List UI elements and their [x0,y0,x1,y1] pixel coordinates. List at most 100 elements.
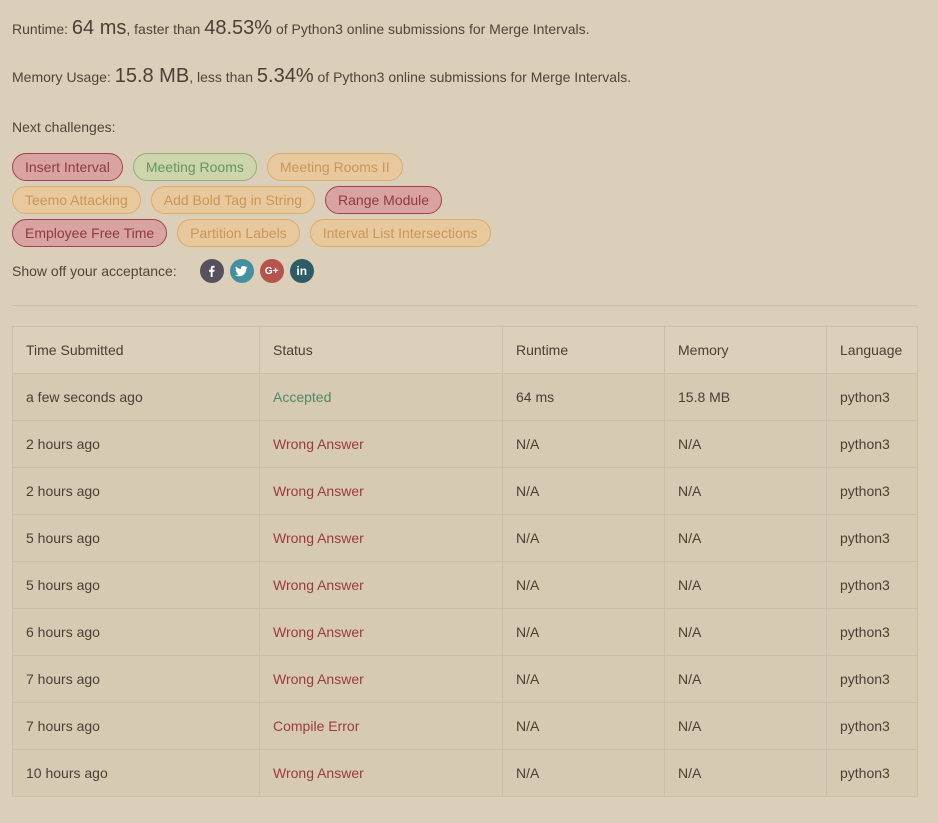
cell-language: python3 [826,608,918,656]
linkedin-icon[interactable]: in [289,259,314,283]
cell-runtime: 64 ms [502,373,665,421]
challenge-tag-range-module[interactable]: Range Module [325,186,443,214]
runtime-summary: Runtime: 64 ms, faster than 48.53% of Py… [12,17,590,40]
submission-result-page: Runtime: 64 ms, faster than 48.53% of Py… [0,0,938,823]
table-row: 2 hours ago Wrong Answer N/A N/A python3 [12,420,918,468]
status-link[interactable]: Wrong Answer [273,624,364,640]
cell-memory: 15.8 MB [664,373,827,421]
table-row: 7 hours ago Wrong Answer N/A N/A python3 [12,655,918,703]
cell-status: Wrong Answer [259,749,503,797]
twitter-glyph [235,265,248,277]
challenge-tags-row: Teemo Attacking Add Bold Tag in String R… [12,186,443,214]
cell-language: python3 [826,373,918,421]
runtime-value: 64 ms [71,17,127,39]
table-row: 5 hours ago Wrong Answer N/A N/A python3 [12,561,918,609]
cell-runtime: N/A [502,702,665,750]
cell-status: Wrong Answer [259,655,503,703]
status-link[interactable]: Accepted [273,389,331,405]
cell-time: 2 hours ago [12,467,260,515]
status-link[interactable]: Wrong Answer [273,530,364,546]
facebook-icon[interactable] [199,259,224,283]
cell-time: a few seconds ago [12,373,260,421]
cell-language: python3 [826,702,918,750]
cell-time: 7 hours ago [12,702,260,750]
submissions-table: Time Submitted Status Runtime Memory Lan… [12,326,918,797]
cell-status: Wrong Answer [259,467,503,515]
memory-prefix: Memory Usage: [12,69,115,85]
cell-language: python3 [826,514,918,562]
twitter-icon[interactable] [229,259,254,283]
challenge-tag-partition-labels[interactable]: Partition Labels [177,219,300,247]
cell-memory: N/A [664,749,827,797]
cell-memory: N/A [664,420,827,468]
header-memory: Memory [664,326,827,374]
table-row: 5 hours ago Wrong Answer N/A N/A python3 [12,514,918,562]
status-link[interactable]: Wrong Answer [273,483,364,499]
challenge-tag-add-bold-tag[interactable]: Add Bold Tag in String [150,186,316,214]
cell-runtime: N/A [502,608,665,656]
challenge-tag-interval-list-intersections[interactable]: Interval List Intersections [309,219,491,247]
cell-language: python3 [826,655,918,703]
challenge-tag-teemo-attacking[interactable]: Teemo Attacking [12,186,141,214]
status-link[interactable]: Compile Error [273,718,359,734]
cell-status: Accepted [259,373,503,421]
facebook-glyph [208,265,215,277]
cell-time: 5 hours ago [12,561,260,609]
cell-language: python3 [826,467,918,515]
table-row: 2 hours ago Wrong Answer N/A N/A python3 [12,467,918,515]
challenge-tag-employee-free-time[interactable]: Employee Free Time [12,219,168,247]
cell-memory: N/A [664,702,827,750]
cell-language: python3 [826,749,918,797]
runtime-mid: , faster than [126,21,205,37]
cell-language: python3 [826,561,918,609]
cell-status: Wrong Answer [259,561,503,609]
cell-runtime: N/A [502,467,665,515]
header-status: Status [259,326,503,374]
table-row: 10 hours ago Wrong Answer N/A N/A python… [12,749,918,797]
challenge-tags-row: Insert Interval Meeting Rooms Meeting Ro… [12,153,403,181]
share-label: Show off your acceptance: [12,263,177,279]
cell-memory: N/A [664,561,827,609]
table-row: a few seconds ago Accepted 64 ms 15.8 MB… [12,373,918,421]
memory-percentile: 5.34% [256,65,314,87]
table-row: 6 hours ago Wrong Answer N/A N/A python3 [12,608,918,656]
next-challenges-title: Next challenges: [12,119,116,135]
status-link[interactable]: Wrong Answer [273,577,364,593]
cell-status: Compile Error [259,702,503,750]
memory-value: 15.8 MB [114,65,190,87]
cell-memory: N/A [664,608,827,656]
header-language: Language [826,326,918,374]
cell-memory: N/A [664,514,827,562]
challenge-tag-meeting-rooms-ii[interactable]: Meeting Rooms II [266,153,403,181]
challenge-tag-insert-interval[interactable]: Insert Interval [12,153,123,181]
cell-time: 7 hours ago [12,655,260,703]
memory-suffix: of Python3 online submissions for Merge … [313,69,632,85]
cell-runtime: N/A [502,561,665,609]
status-link[interactable]: Wrong Answer [273,765,364,781]
memory-mid: , less than [189,69,257,85]
cell-status: Wrong Answer [259,514,503,562]
google-plus-icon[interactable]: G+ [259,259,284,283]
table-header-row: Time Submitted Status Runtime Memory Lan… [12,326,918,374]
status-link[interactable]: Wrong Answer [273,671,364,687]
challenge-tags-row: Employee Free Time Partition Labels Inte… [12,219,491,247]
cell-runtime: N/A [502,514,665,562]
cell-runtime: N/A [502,749,665,797]
cell-language: python3 [826,420,918,468]
challenge-tag-meeting-rooms[interactable]: Meeting Rooms [132,153,257,181]
share-row: Show off your acceptance: G+ in [12,259,320,283]
cell-runtime: N/A [502,420,665,468]
header-runtime: Runtime [502,326,665,374]
runtime-prefix: Runtime: [12,21,72,37]
cell-time: 5 hours ago [12,514,260,562]
runtime-percentile: 48.53% [204,17,273,39]
cell-memory: N/A [664,655,827,703]
header-time-submitted: Time Submitted [12,326,260,374]
status-link[interactable]: Wrong Answer [273,436,364,452]
runtime-suffix: of Python3 online submissions for Merge … [272,21,590,37]
cell-status: Wrong Answer [259,608,503,656]
cell-runtime: N/A [502,655,665,703]
cell-time: 6 hours ago [12,608,260,656]
cell-time: 2 hours ago [12,420,260,468]
cell-status: Wrong Answer [259,420,503,468]
